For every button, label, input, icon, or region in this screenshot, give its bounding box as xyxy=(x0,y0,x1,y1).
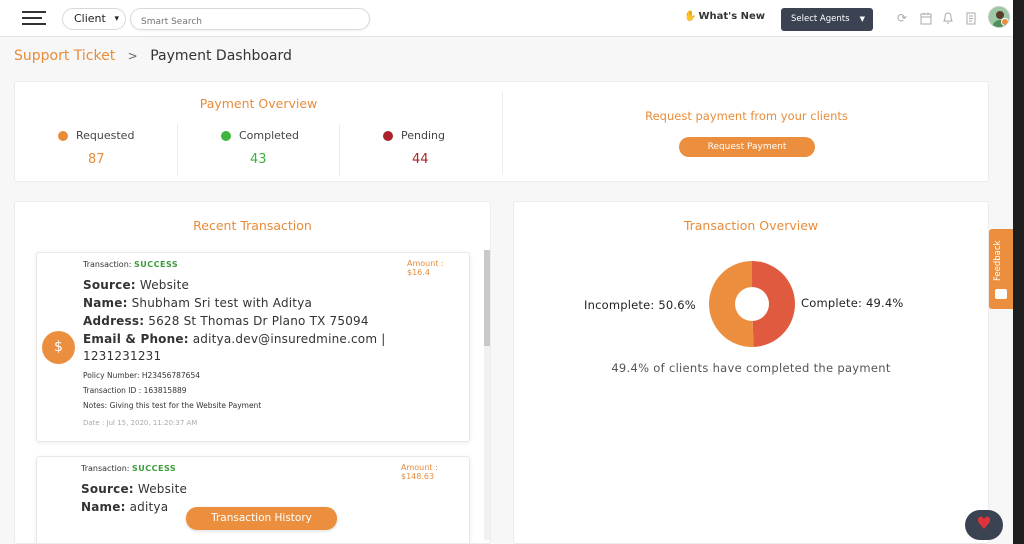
complete-label: Complete: 49.4% xyxy=(801,296,904,310)
feedback-icon xyxy=(995,289,1007,299)
whats-new-link[interactable]: ✋ What's New xyxy=(684,11,765,22)
stat-requested-label: Requested xyxy=(76,129,135,142)
calendar-icon[interactable] xyxy=(920,12,932,25)
stat-requested: Requested 87 xyxy=(15,124,177,176)
transaction-item[interactable]: Transaction: SUCCESS Amount : $16.4 Sourc… xyxy=(36,252,470,442)
stat-pending-value: 44 xyxy=(412,152,429,167)
name-value: Shubham Sri test with Aditya xyxy=(131,296,313,310)
transaction-amount: Amount : $16.4 xyxy=(407,259,444,277)
stat-completed-label: Completed xyxy=(239,129,299,142)
recent-transaction-title: Recent Transaction xyxy=(193,218,312,233)
transaction-history-button[interactable]: Transaction History xyxy=(186,507,337,530)
chevron-down-icon: ▾ xyxy=(114,14,119,24)
select-agents-label: Select Agents xyxy=(791,14,850,24)
transaction-source: Source: Website xyxy=(83,278,189,292)
donut-slice-complete[interactable] xyxy=(752,261,795,347)
request-payment-text: Request payment from your clients xyxy=(645,109,848,123)
status-label: Transaction: xyxy=(83,260,132,269)
search-input[interactable] xyxy=(131,12,369,32)
stat-pending: Pending 44 xyxy=(339,124,501,176)
transaction-item[interactable]: Transaction: SUCCESS Amount : $148.63 Sou… xyxy=(36,456,470,543)
sync-icon[interactable]: ⟳ xyxy=(896,12,908,25)
recent-transaction-card: Recent Transaction Transaction: SUCCESS … xyxy=(14,201,491,544)
stat-pending-label: Pending xyxy=(401,129,445,142)
transaction-id: Transaction ID : 163815889 xyxy=(83,386,187,395)
amount-label: Amount : xyxy=(407,259,444,268)
stat-completed-value: 43 xyxy=(250,152,267,167)
contact-label: Email & Phone: xyxy=(83,332,189,346)
transaction-phone: 1231231231 xyxy=(83,349,162,363)
incomplete-label: Incomplete: 50.6% xyxy=(584,298,696,312)
source-value: Website xyxy=(137,482,188,496)
donut-slice-incomplete[interactable] xyxy=(708,261,754,347)
amount-value: $148.63 xyxy=(401,472,435,481)
app-window: Client ▾ ✋What's New Select Agents ▼ ⟳ S… xyxy=(0,0,1013,544)
completion-caption: 49.4% of clients have completed the paym… xyxy=(611,361,891,375)
select-agents-button[interactable]: Select Agents ▼ xyxy=(781,8,873,31)
transaction-overview-card: Transaction Overview Incomplete: 50.6% C… xyxy=(513,201,989,544)
requested-dot-icon xyxy=(58,131,68,141)
source-value: Website xyxy=(139,278,190,292)
status-value: SUCCESS xyxy=(132,464,177,473)
transaction-amount: Amount : $148.63 xyxy=(401,463,438,481)
favorite-button[interactable]: ♥ xyxy=(965,510,1003,540)
source-label: Source: xyxy=(81,482,134,496)
hand-icon: ✋ xyxy=(684,11,697,22)
feedback-label: Feedback xyxy=(993,240,1003,281)
dollar-icon: $ xyxy=(42,331,75,364)
name-label: Name: xyxy=(81,500,126,514)
address-label: Address: xyxy=(83,314,145,328)
breadcrumb-support-ticket[interactable]: Support Ticket xyxy=(14,48,115,64)
stat-completed: Completed 43 xyxy=(177,124,339,176)
source-label: Source: xyxy=(83,278,136,292)
client-select-value: Client xyxy=(74,12,106,25)
bell-icon[interactable] xyxy=(942,12,954,25)
client-select[interactable]: Client ▾ xyxy=(62,8,126,30)
policy-number: Policy Number: H23456787654 xyxy=(83,371,200,380)
transaction-status: Transaction: SUCCESS xyxy=(81,464,176,473)
heart-icon: ♥ xyxy=(976,514,992,534)
transaction-status: Transaction: SUCCESS xyxy=(83,260,178,269)
scrollbar-thumb[interactable] xyxy=(484,250,490,346)
top-bar: Client ▾ ✋What's New Select Agents ▼ ⟳ xyxy=(0,0,1013,37)
transaction-notes: Notes: Giving this test for the Website … xyxy=(83,401,262,410)
transaction-address: Address: 5628 St Thomas Dr Plano TX 7509… xyxy=(83,314,369,328)
breadcrumb: Support Ticket > Payment Dashboard xyxy=(14,48,292,64)
overview-divider xyxy=(502,92,503,174)
amount-value: $16.4 xyxy=(407,268,430,277)
menu-icon[interactable] xyxy=(22,11,46,26)
completed-dot-icon xyxy=(221,131,231,141)
transaction-overview-title: Transaction Overview xyxy=(683,218,819,233)
page-title: Payment Dashboard xyxy=(150,48,292,64)
transaction-contact: Email & Phone: aditya.dev@insuredmine.co… xyxy=(83,332,386,346)
document-icon[interactable] xyxy=(965,12,977,25)
search-box[interactable] xyxy=(130,8,370,32)
status-label: Transaction: xyxy=(81,464,130,473)
caret-down-icon: ▼ xyxy=(859,15,865,23)
donut-chart xyxy=(708,261,795,347)
transaction-name: Name: Shubham Sri test with Aditya xyxy=(83,296,312,310)
transaction-name: Name: aditya xyxy=(81,500,168,514)
name-value: aditya xyxy=(129,500,169,514)
transaction-source: Source: Website xyxy=(81,482,187,496)
name-label: Name: xyxy=(83,296,128,310)
transaction-date: Date : Jul 15, 2020, 11:20:37 AM xyxy=(83,419,198,427)
breadcrumb-separator: > xyxy=(127,49,138,63)
user-avatar[interactable] xyxy=(988,6,1010,28)
amount-label: Amount : xyxy=(401,463,438,472)
payment-overview-title: Payment Overview xyxy=(199,96,318,111)
feedback-tab[interactable]: Feedback xyxy=(989,229,1013,309)
whats-new-label: What's New xyxy=(698,11,766,22)
contact-value: aditya.dev@insuredmine.com | xyxy=(192,332,386,346)
window-edge xyxy=(1013,0,1024,544)
address-value: 5628 St Thomas Dr Plano TX 75094 xyxy=(148,314,369,328)
status-value: SUCCESS xyxy=(134,260,179,269)
pending-dot-icon xyxy=(383,131,393,141)
stat-requested-value: 87 xyxy=(88,152,105,167)
payment-overview-card: Payment Overview Requested 87 Completed … xyxy=(14,81,989,182)
request-payment-button[interactable]: Request Payment xyxy=(679,137,815,157)
